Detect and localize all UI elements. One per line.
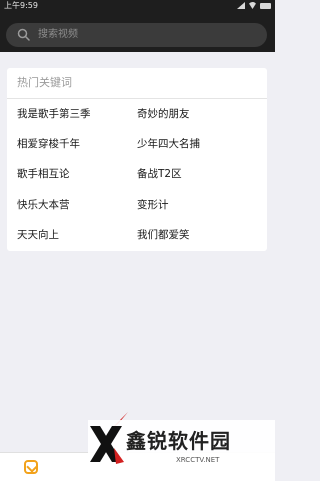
status-icons — [237, 2, 271, 9]
search-placeholder: 搜索视频 — [38, 29, 78, 40]
watermark-subtitle: XRCCTV.NET — [176, 456, 220, 464]
app-logo-icon[interactable] — [24, 460, 38, 474]
keyword-link[interactable]: 少年四大名捕 — [137, 137, 200, 151]
keyword-link[interactable]: 快乐大本营 — [17, 198, 70, 212]
battery-icon — [260, 2, 271, 9]
watermark: 鑫锐软件园 XRCCTV.NET — [88, 420, 275, 478]
watermark-title: 鑫锐软件园 — [126, 429, 231, 453]
keyword-link[interactable]: 天天向上 — [17, 228, 59, 242]
keyword-link[interactable]: 相爱穿梭千年 — [17, 137, 80, 151]
top-bar: 搜索视频 — [0, 12, 275, 52]
hot-keywords-card: 热门关键词 我是歌手第三季 奇妙的朋友 相爱穿梭千年 少年四大名捕 歌手相互论 … — [7, 68, 267, 251]
wifi-icon — [248, 2, 257, 9]
hot-keywords-title: 热门关键词 — [17, 76, 72, 89]
signal-icon — [237, 2, 245, 9]
keyword-link[interactable]: 变形计 — [137, 198, 169, 212]
watermark-logo — [90, 426, 124, 464]
keyword-link[interactable]: 备战T2区 — [137, 167, 182, 181]
search-icon — [17, 28, 30, 41]
keyword-link[interactable]: 奇妙的朋友 — [137, 107, 190, 121]
keyword-link[interactable]: 歌手相互论 — [17, 167, 70, 181]
status-time: 上午9:59 — [4, 1, 38, 10]
search-input[interactable]: 搜索视频 — [6, 23, 267, 47]
keyword-link[interactable]: 我是歌手第三季 — [17, 107, 91, 121]
status-bar: 上午9:59 — [0, 0, 275, 12]
keyword-link[interactable]: 我们都爱笑 — [137, 228, 190, 242]
divider — [7, 98, 267, 99]
